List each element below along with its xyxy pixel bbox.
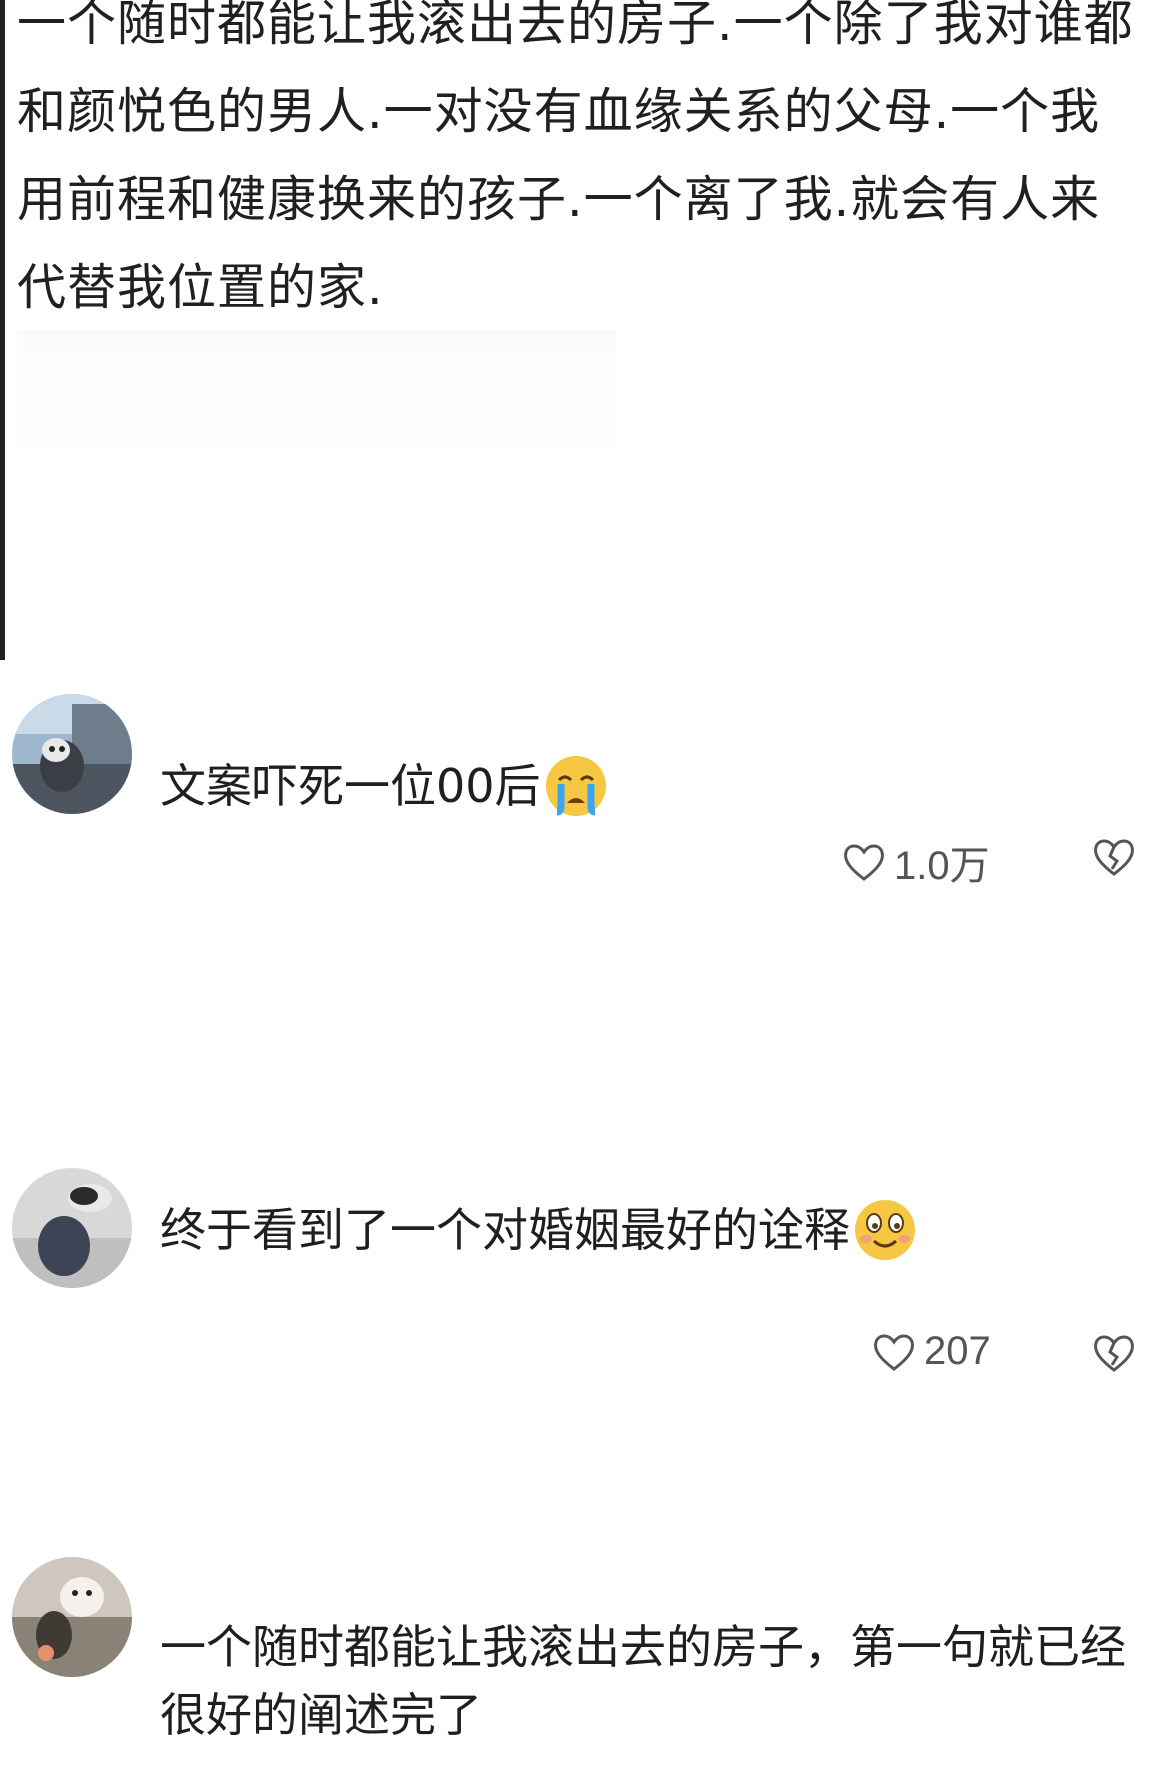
dislike-button[interactable] bbox=[1092, 836, 1136, 882]
heart-outline-icon bbox=[874, 1334, 914, 1371]
like-count: 207 bbox=[924, 1329, 991, 1373]
broken-heart-icon bbox=[1094, 1335, 1134, 1372]
post-background-fade bbox=[17, 330, 617, 460]
comment-item: 文案吓死一位00后 1.0万 bbox=[0, 690, 1170, 930]
like-count: 1.0万 bbox=[894, 844, 990, 888]
crying-face-emoji-icon bbox=[543, 753, 609, 819]
commenter-avatar[interactable] bbox=[12, 1557, 132, 1677]
like-button[interactable]: 1.0万 bbox=[842, 833, 990, 891]
like-button[interactable]: 207 bbox=[872, 1329, 991, 1374]
comment-text: 终于看到了一个对婚姻最好的诠释 bbox=[160, 1203, 850, 1257]
broken-heart-icon bbox=[1094, 839, 1134, 876]
comment-item: 一个随时都能让我滚出去的房子，第一句就已经很好的阐述完了 bbox=[0, 1553, 1170, 1767]
comment-text: 一个随时都能让我滚出去的房子，第一句就已经很好的阐述完了 bbox=[160, 1620, 1126, 1742]
dislike-button[interactable] bbox=[1092, 1332, 1136, 1378]
avatar-cat-in-car-icon bbox=[12, 694, 132, 814]
post-card: 一个随时都能让我滚出去的房子.一个除了我对谁都和颜悦色的男人.一对没有血缘关系的… bbox=[0, 0, 1170, 660]
commenter-avatar[interactable] bbox=[12, 1168, 132, 1288]
avatar-person-lying-icon bbox=[12, 1168, 132, 1288]
comment-item: 终于看到了一个对婚姻最好的诠释 207 bbox=[0, 1164, 1170, 1404]
avatar-white-cat-icon bbox=[12, 1557, 132, 1677]
smiling-face-emoji-icon bbox=[852, 1197, 918, 1263]
post-text: 一个随时都能让我滚出去的房子.一个除了我对谁都和颜悦色的男人.一对没有血缘关系的… bbox=[17, 0, 1134, 316]
comment-text: 文案吓死一位00后 bbox=[160, 759, 541, 813]
commenter-avatar[interactable] bbox=[12, 694, 132, 814]
heart-outline-icon bbox=[844, 844, 884, 881]
